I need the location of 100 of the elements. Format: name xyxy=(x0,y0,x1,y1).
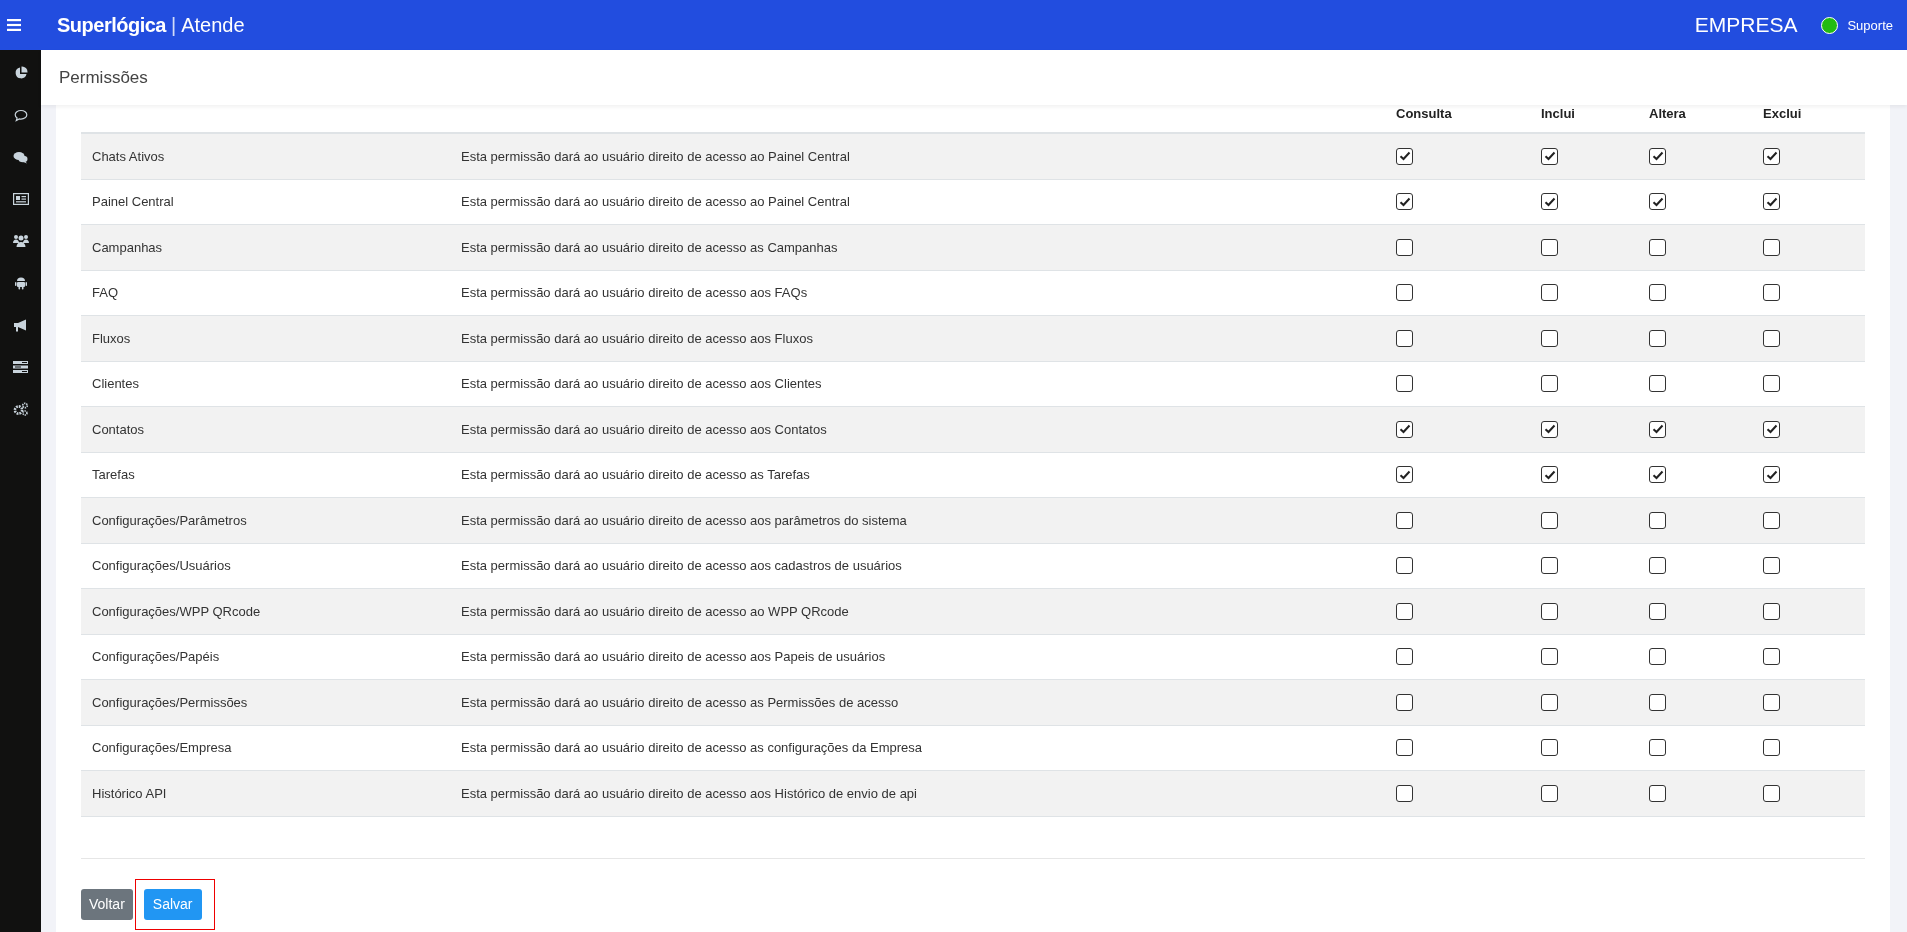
permission-description: Esta permissão dará ao usuário direito de acesso aos Contatos xyxy=(461,421,828,437)
checkbox[interactable] xyxy=(1541,375,1558,393)
permission-description: Esta permissão dará ao usuário direito de acesso aos Clientes xyxy=(461,376,823,392)
permission-name: Configurações/Usuários xyxy=(91,558,232,574)
checkbox[interactable] xyxy=(1649,648,1666,666)
permission-name: Campanhas xyxy=(91,239,164,255)
checkbox[interactable] xyxy=(1396,329,1413,347)
checkbox[interactable] xyxy=(1396,648,1413,666)
checkbox[interactable] xyxy=(1763,784,1780,802)
checkbox[interactable] xyxy=(1396,511,1413,529)
permission-name: Configurações/Papéis xyxy=(91,649,221,665)
checkbox[interactable] xyxy=(1396,238,1413,256)
checkbox[interactable] xyxy=(1763,375,1780,393)
checkbox[interactable] xyxy=(1541,420,1558,438)
newspaper-icon[interactable] xyxy=(12,193,29,205)
checkbox[interactable] xyxy=(1649,557,1666,575)
checkbox[interactable] xyxy=(1649,193,1666,211)
checkbox[interactable] xyxy=(1541,284,1558,302)
checkbox[interactable] xyxy=(1541,466,1558,484)
save-button[interactable]: Salvar xyxy=(143,888,202,920)
checkbox[interactable] xyxy=(1649,147,1666,165)
speech-bubble-icon[interactable] xyxy=(13,109,28,122)
checkbox[interactable] xyxy=(1763,284,1780,302)
permission-name: Fluxos xyxy=(91,330,132,346)
permission-description: Esta permissão dará ao usuário direito de acesso aos Histórico de envio de api xyxy=(461,785,918,801)
checkbox[interactable] xyxy=(1541,193,1558,211)
column-header: Inclui xyxy=(1541,106,1576,121)
permission-description: Esta permissão dará ao usuário direito de acesso aos cadastros de usuários xyxy=(461,558,903,574)
checkbox[interactable] xyxy=(1763,693,1780,711)
permission-name: Configurações/Parâmetros xyxy=(91,512,248,528)
permission-name: Configurações/Empresa xyxy=(91,740,233,756)
checkbox[interactable] xyxy=(1396,147,1413,165)
checkbox[interactable] xyxy=(1396,375,1413,393)
checkbox[interactable] xyxy=(1649,375,1666,393)
checkbox[interactable] xyxy=(1763,602,1780,620)
checkbox[interactable] xyxy=(1649,284,1666,302)
checkbox[interactable] xyxy=(1541,557,1558,575)
checkbox[interactable] xyxy=(1541,329,1558,347)
permission-description: Esta permissão dará ao usuário direito de acesso aos Fluxos xyxy=(461,330,814,346)
permission-name: FAQ xyxy=(91,285,119,301)
user-name[interactable]: Suporte xyxy=(1847,17,1893,33)
checkbox[interactable] xyxy=(1763,648,1780,666)
checkbox[interactable] xyxy=(1649,466,1666,484)
checkbox[interactable] xyxy=(1396,466,1413,484)
checkbox[interactable] xyxy=(1649,329,1666,347)
checkbox[interactable] xyxy=(1649,511,1666,529)
checkbox[interactable] xyxy=(1649,739,1666,757)
checkbox[interactable] xyxy=(1541,784,1558,802)
permission-name: Clientes xyxy=(91,376,140,392)
permission-name: Configurações/WPP QRcode xyxy=(91,603,262,619)
permission-description: Esta permissão dará ao usuário direito de acesso ao Painel Central xyxy=(461,148,851,164)
checkbox[interactable] xyxy=(1763,466,1780,484)
checkbox[interactable] xyxy=(1541,602,1558,620)
back-button[interactable]: Voltar xyxy=(81,888,133,920)
checkbox[interactable] xyxy=(1396,693,1413,711)
permission-description: Esta permissão dará ao usuário direito de acesso as Tarefas xyxy=(461,467,811,483)
checkbox[interactable] xyxy=(1763,147,1780,165)
megaphone-icon[interactable] xyxy=(13,319,28,332)
users-icon[interactable] xyxy=(12,234,29,247)
permission-description: Esta permissão dará ao usuário direito de acesso as Permissões de acesso xyxy=(461,694,900,710)
page-title: Permissões xyxy=(59,67,148,88)
checkbox[interactable] xyxy=(1396,284,1413,302)
checkbox[interactable] xyxy=(1396,193,1413,211)
checkbox[interactable] xyxy=(1541,693,1558,711)
checkbox[interactable] xyxy=(1541,648,1558,666)
checkbox[interactable] xyxy=(1763,420,1780,438)
checkbox[interactable] xyxy=(1763,329,1780,347)
brand-separator: | xyxy=(171,13,177,37)
checkbox[interactable] xyxy=(1396,602,1413,620)
checkbox[interactable] xyxy=(1649,693,1666,711)
checkbox[interactable] xyxy=(1396,784,1413,802)
checkbox[interactable] xyxy=(1541,238,1558,256)
checkbox[interactable] xyxy=(1541,147,1558,165)
checkbox[interactable] xyxy=(1541,511,1558,529)
pie-chart-icon[interactable] xyxy=(13,66,28,80)
checkbox[interactable] xyxy=(1763,739,1780,757)
permission-name: Tarefas xyxy=(91,467,136,483)
checkbox[interactable] xyxy=(1396,557,1413,575)
column-header: Consulta xyxy=(1396,106,1453,121)
checkbox[interactable] xyxy=(1649,420,1666,438)
checkbox[interactable] xyxy=(1763,193,1780,211)
checkbox[interactable] xyxy=(1649,602,1666,620)
checkbox[interactable] xyxy=(1649,238,1666,256)
server-list-icon[interactable] xyxy=(13,361,28,373)
checkbox[interactable] xyxy=(1763,511,1780,529)
checkbox[interactable] xyxy=(1541,739,1558,757)
gears-icon[interactable] xyxy=(12,402,29,416)
permission-description: Esta permissão dará ao usuário direito de acesso aos parâmetros do sistema xyxy=(461,512,908,528)
permission-description: Esta permissão dará ao usuário direito de acesso as configurações da Empresa xyxy=(461,740,924,756)
column-header: Exclui xyxy=(1763,106,1803,121)
chat-bubbles-icon[interactable] xyxy=(13,151,28,164)
android-icon[interactable] xyxy=(14,276,27,290)
menu-icon[interactable] xyxy=(7,19,21,31)
checkbox[interactable] xyxy=(1763,557,1780,575)
checkbox[interactable] xyxy=(1763,238,1780,256)
checkbox[interactable] xyxy=(1396,739,1413,757)
permission-name: Contatos xyxy=(91,421,146,437)
checkbox[interactable] xyxy=(1649,784,1666,802)
checkbox[interactable] xyxy=(1396,420,1413,438)
permission-description: Esta permissão dará ao usuário direito de acesso ao Painel Central xyxy=(461,194,851,210)
